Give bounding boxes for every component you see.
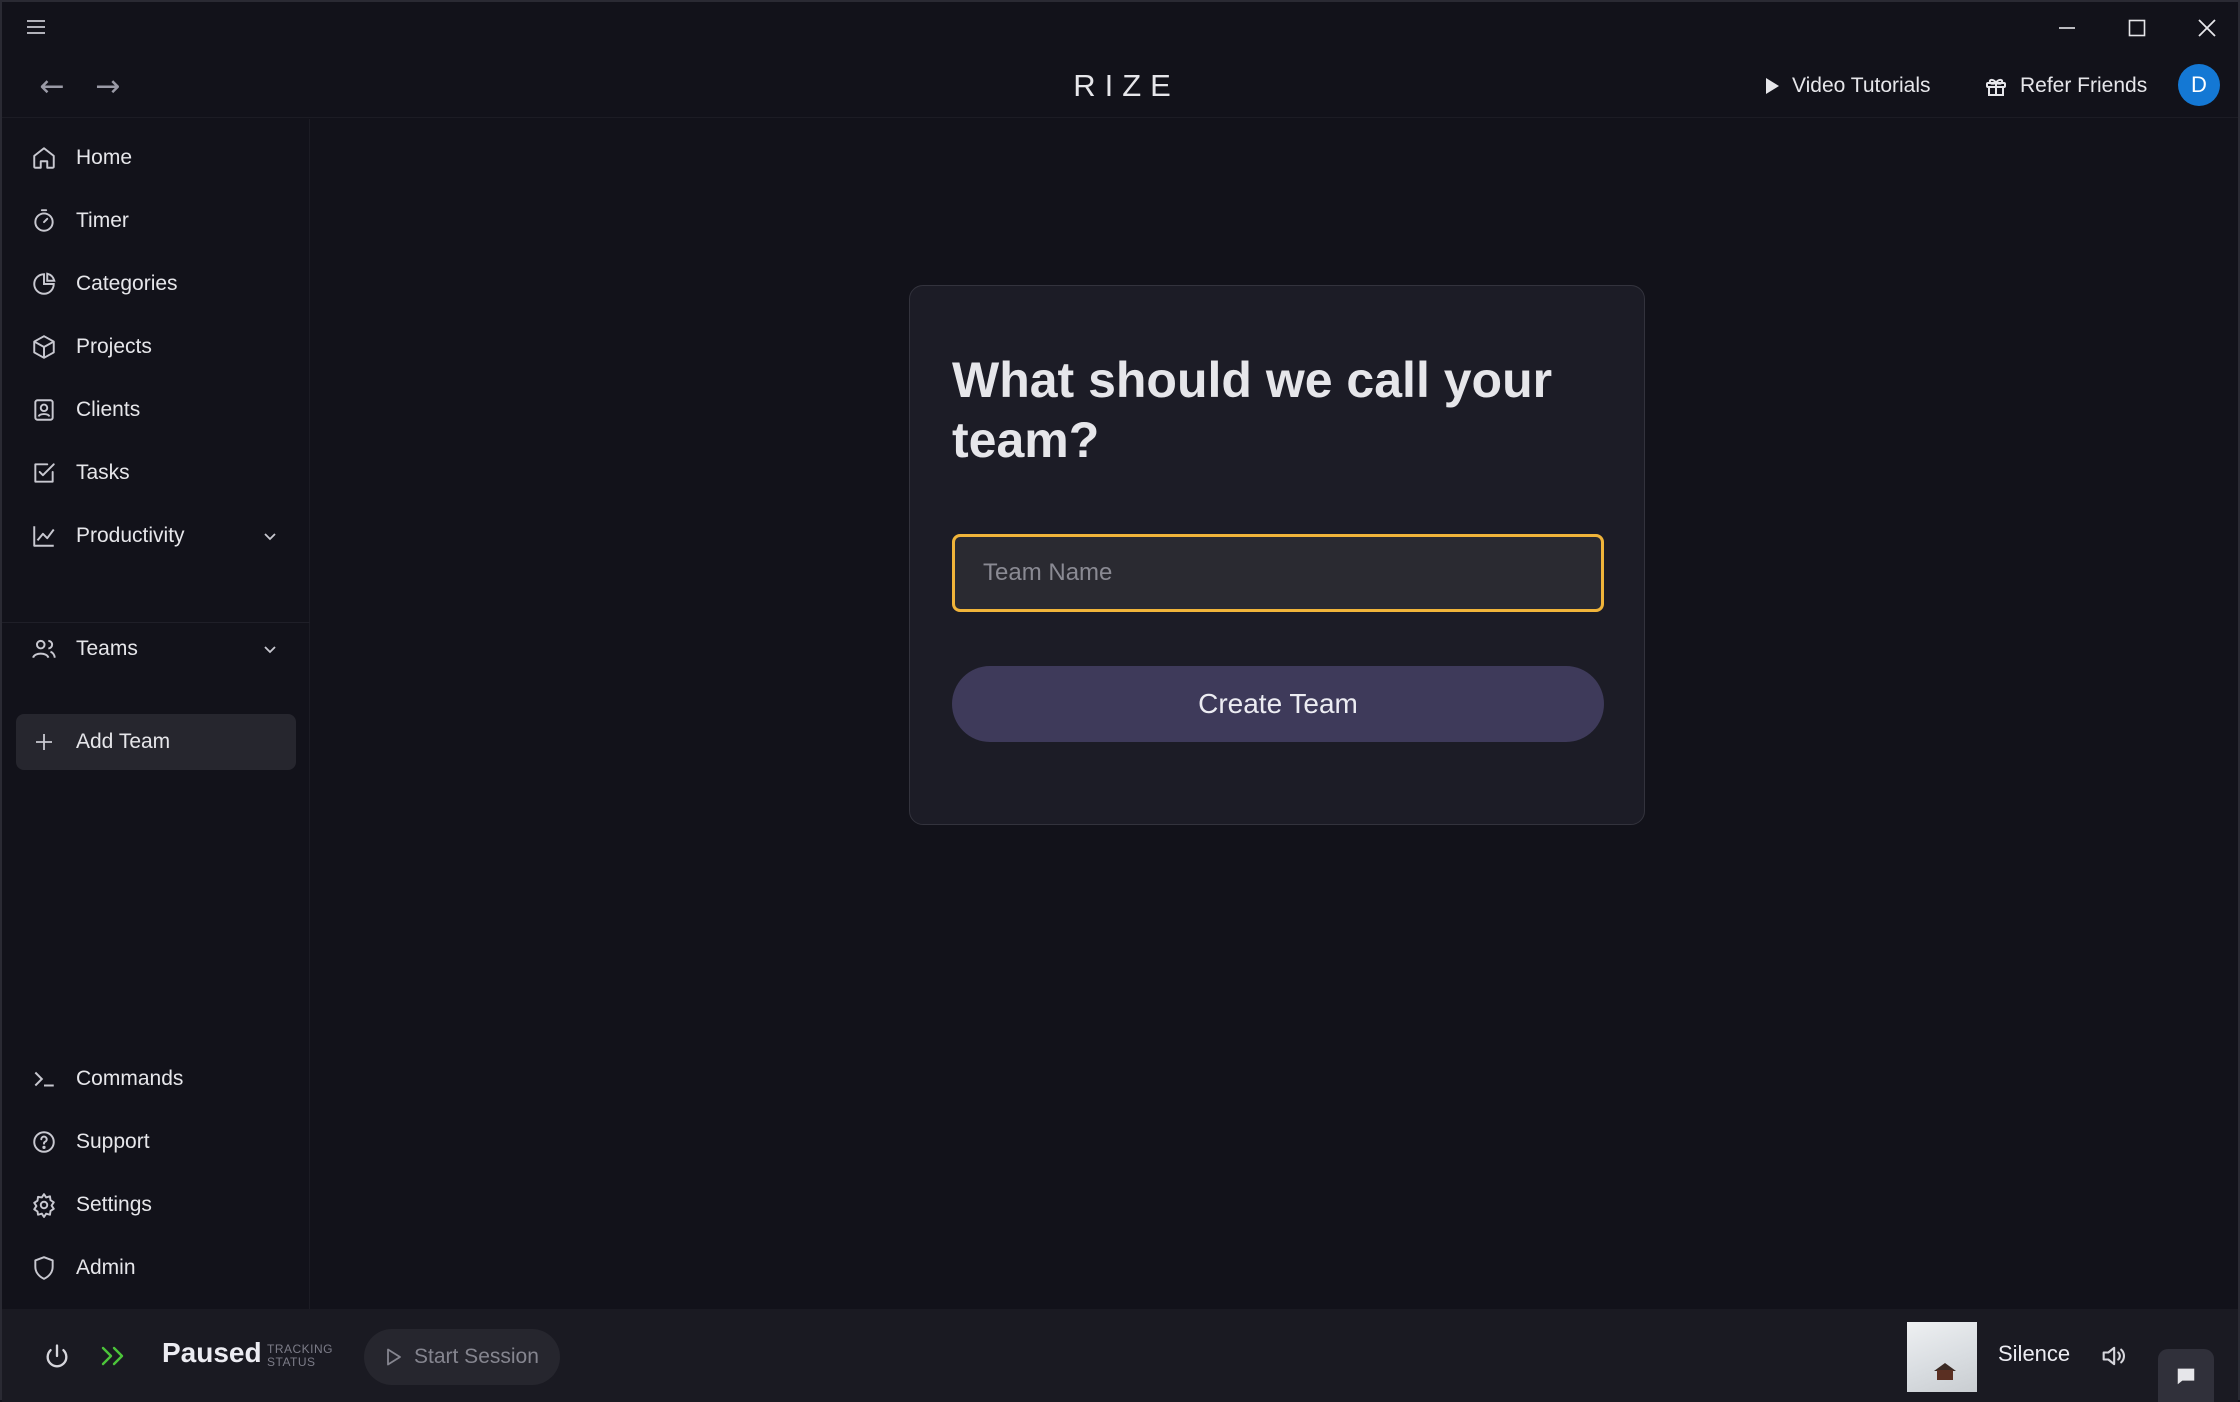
maximize-icon[interactable]	[2107, 10, 2167, 46]
video-tutorials-link[interactable]: Video Tutorials	[1764, 68, 1931, 104]
sidebar-item-label: Clients	[76, 398, 141, 421]
sidebar-item-categories[interactable]: Categories	[16, 256, 296, 312]
sidebar-item-settings[interactable]: Settings	[16, 1177, 296, 1233]
line-chart-icon	[30, 522, 58, 550]
start-session-label: Start Session	[414, 1345, 539, 1368]
sidebar-item-teams[interactable]: Teams	[16, 621, 296, 677]
page-title: What should we call your team?	[952, 352, 1553, 468]
refer-friends-label: Refer Friends	[2020, 74, 2148, 97]
chevron-down-icon[interactable]	[258, 524, 282, 548]
terminal-icon	[30, 1065, 58, 1093]
home-icon	[30, 144, 58, 172]
sidebar-item-commands[interactable]: Commands	[16, 1051, 296, 1107]
sidebar-item-label: Settings	[76, 1193, 152, 1216]
title-bar	[2, 2, 2238, 52]
sidebar-item-home[interactable]: Home	[16, 130, 296, 186]
sidebar-item-label: Teams	[76, 637, 138, 660]
sidebar-item-label: Tasks	[76, 461, 130, 484]
create-team-card: What should we call your team? Create Te…	[909, 285, 1645, 825]
sidebar-item-label: Home	[76, 146, 133, 169]
status-label-line2: STATUS	[267, 1355, 316, 1369]
sidebar-item-support[interactable]: Support	[16, 1114, 296, 1170]
sidebar-item-label: Commands	[76, 1067, 184, 1090]
sidebar-item-label: Add Team	[76, 730, 171, 753]
sidebar-item-label: Timer	[76, 209, 129, 232]
timer-icon	[30, 207, 58, 235]
gear-icon	[30, 1191, 58, 1219]
sidebar-item-label: Projects	[76, 335, 152, 358]
play-outline-icon	[386, 1348, 402, 1366]
users-icon	[30, 635, 58, 663]
chat-icon[interactable]	[2158, 1349, 2214, 1402]
sidebar: Home Timer Categories Projects Clients T…	[2, 119, 310, 1309]
tracking-status-label: TRACKING STATUS	[267, 1343, 333, 1369]
forward-arrow-icon[interactable]: →	[88, 66, 128, 106]
back-arrow-icon[interactable]: ←	[32, 66, 72, 106]
music-track-name: Silence	[1998, 1341, 2071, 1366]
sidebar-item-label: Support	[76, 1130, 150, 1153]
sidebar-item-admin[interactable]: Admin	[16, 1240, 296, 1296]
plus-icon	[30, 728, 58, 756]
volume-icon[interactable]	[2096, 1339, 2130, 1373]
sidebar-item-projects[interactable]: Projects	[16, 319, 296, 375]
app-logo: RIZE	[1073, 68, 1180, 103]
sidebar-item-label: Productivity	[76, 524, 185, 547]
create-team-button[interactable]: Create Team	[952, 666, 1604, 742]
gift-icon	[1984, 74, 2008, 98]
hamburger-icon[interactable]	[24, 16, 48, 38]
app-header: ← → RIZE Video Tutorials Refer Friends D	[2, 52, 2238, 118]
sidebar-item-clients[interactable]: Clients	[16, 382, 296, 438]
minimize-icon[interactable]	[2037, 10, 2097, 46]
video-tutorials-label: Video Tutorials	[1792, 74, 1931, 97]
sidebar-item-label: Admin	[76, 1256, 136, 1279]
chevron-down-icon[interactable]	[258, 637, 282, 661]
refer-friends-link[interactable]: Refer Friends	[1984, 68, 2147, 104]
app-window: ← → RIZE Video Tutorials Refer Friends D	[0, 0, 2240, 1402]
cube-icon	[30, 333, 58, 361]
team-name-input[interactable]	[952, 534, 1604, 612]
close-icon[interactable]	[2177, 10, 2237, 46]
sidebar-item-productivity[interactable]: Productivity	[16, 508, 296, 564]
shield-icon	[30, 1254, 58, 1282]
music-thumbnail[interactable]	[1907, 1322, 1977, 1392]
power-icon[interactable]	[40, 1339, 74, 1373]
bottom-status-bar: Paused TRACKING STATUS Start Session Sil…	[2, 1309, 2238, 1402]
play-icon	[1764, 77, 1780, 95]
start-session-button[interactable]: Start Session	[364, 1329, 560, 1385]
fast-forward-icon[interactable]	[96, 1339, 132, 1373]
sidebar-item-timer[interactable]: Timer	[16, 193, 296, 249]
sidebar-item-label: Categories	[76, 272, 178, 295]
help-circle-icon	[30, 1128, 58, 1156]
tracking-status-value: Paused	[162, 1337, 262, 1368]
avatar[interactable]: D	[2178, 64, 2220, 106]
sidebar-item-add-team[interactable]: Add Team	[16, 714, 296, 770]
cabin	[1937, 1370, 1953, 1380]
checkbox-icon	[30, 459, 58, 487]
contact-icon	[30, 396, 58, 424]
pie-chart-icon	[30, 270, 58, 298]
sidebar-item-tasks[interactable]: Tasks	[16, 445, 296, 501]
